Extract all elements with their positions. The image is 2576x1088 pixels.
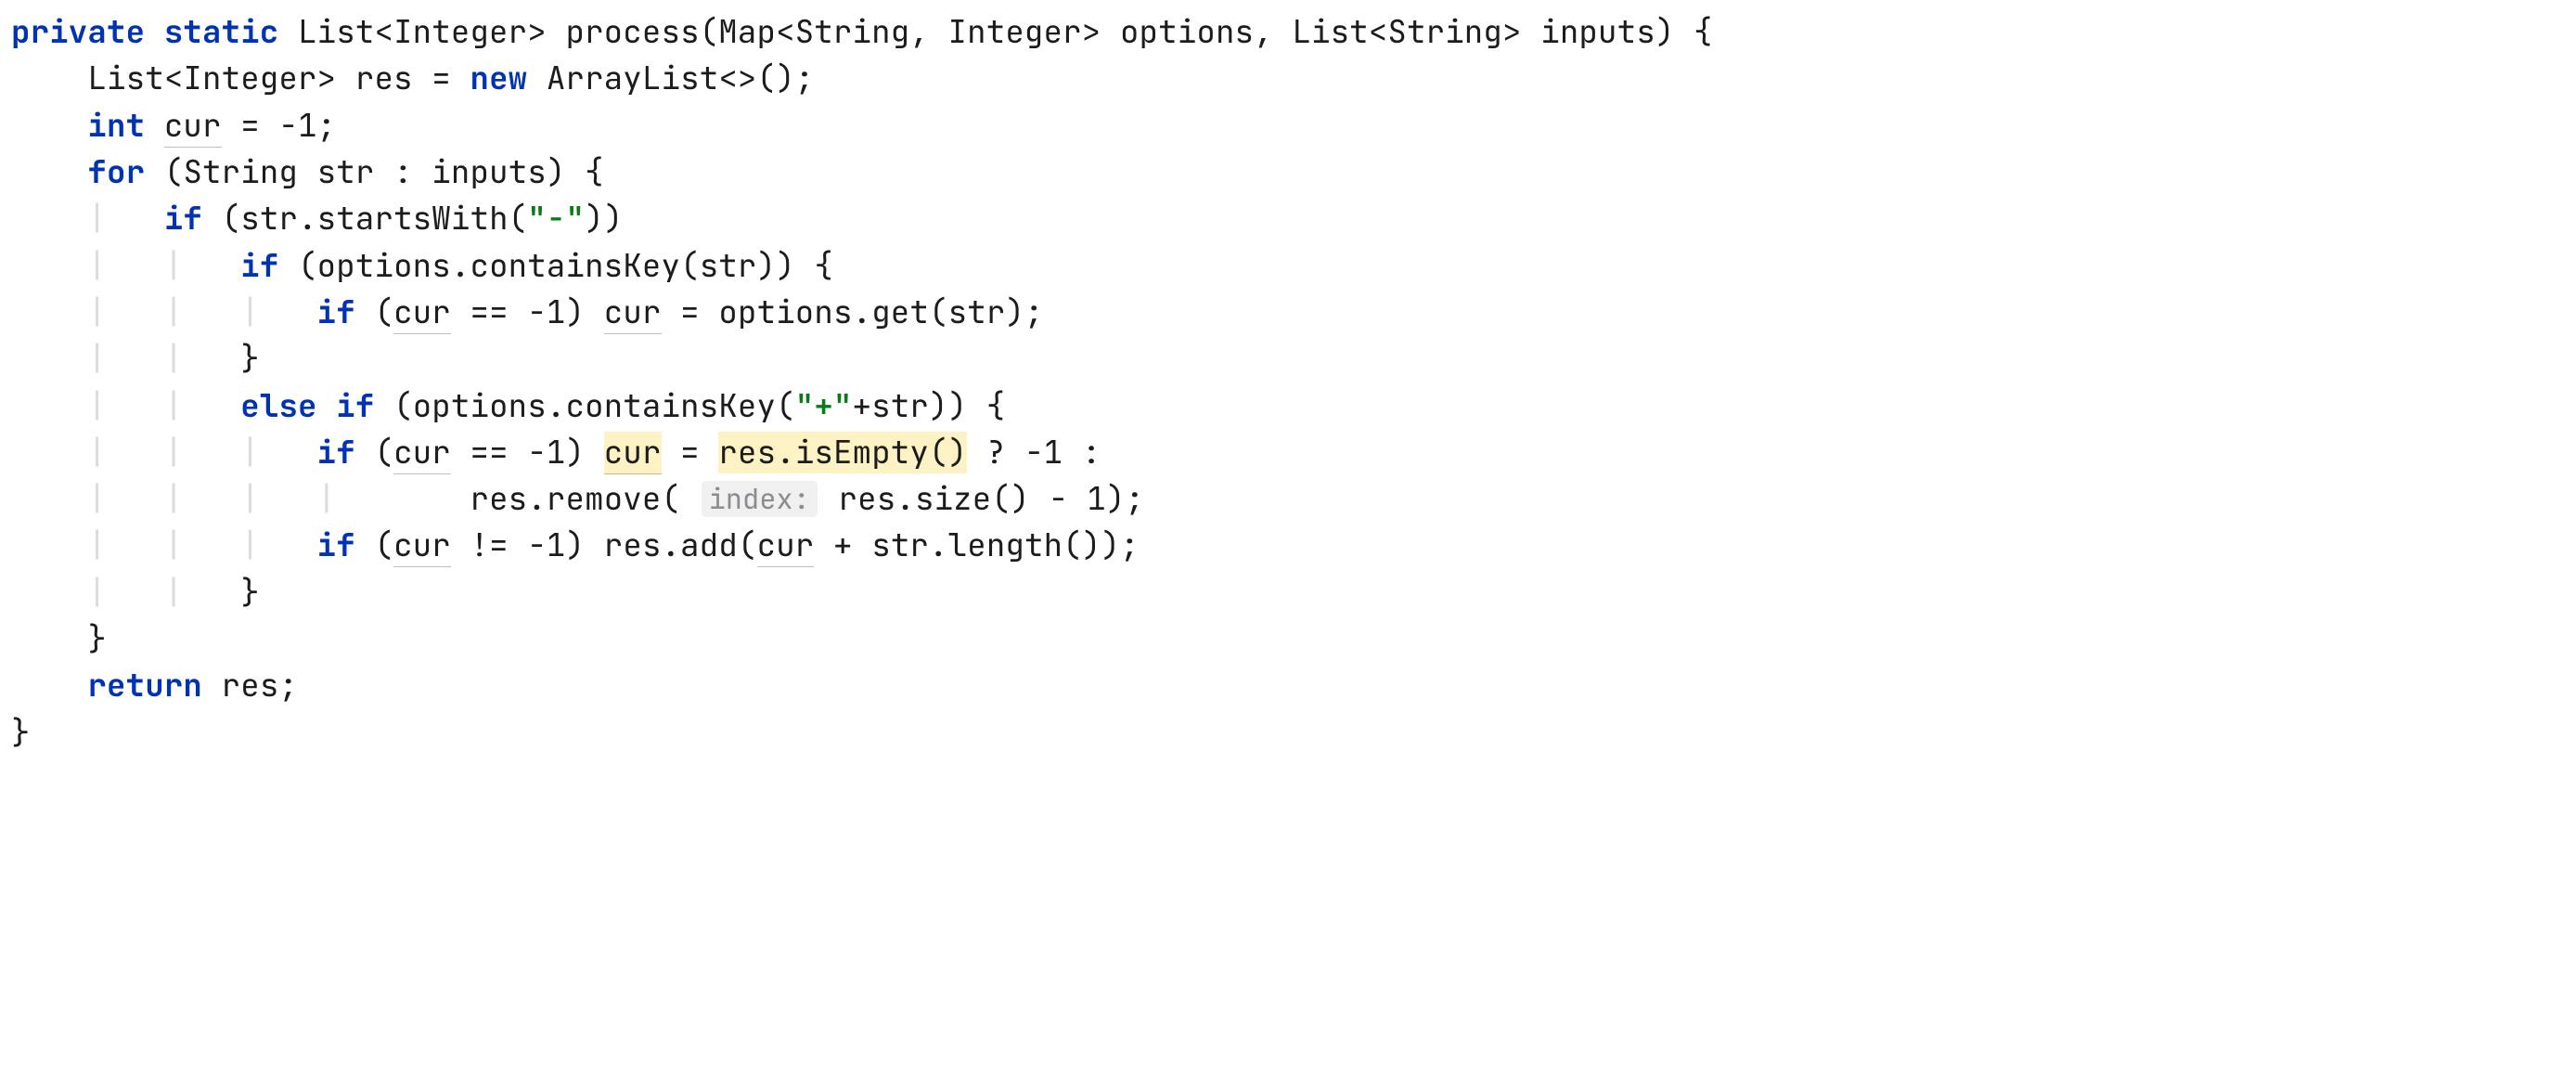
code-line: | | } [11, 572, 260, 614]
method-length: length [948, 525, 1063, 566]
type-list: List [298, 11, 374, 53]
var-str: str [317, 151, 375, 193]
method-get: get [871, 291, 929, 333]
method-size: size [915, 478, 991, 520]
method-containskey: containsKey [470, 245, 680, 287]
code-line: | | } [11, 338, 260, 380]
inlay-hint-index[interactable]: index: [702, 481, 818, 517]
keyword-return: return [87, 665, 202, 706]
keyword-else: else [240, 385, 316, 427]
highlighted-isempty: res.isEmpty() [718, 432, 967, 473]
code-line: int cur = -1; [11, 105, 336, 148]
code-line: | | else if (options.containsKey("+"+str… [11, 385, 1005, 427]
keyword-if: if [164, 198, 202, 240]
code-line: for (String str : inputs) { [11, 151, 604, 193]
code-line: | | | if (cur == -1) cur = res.isEmpty()… [11, 432, 1101, 474]
code-line: | | | if (cur == -1) cur = options.get(s… [11, 291, 1044, 334]
code-editor[interactable]: private static List<Integer> process(Map… [0, 0, 2576, 766]
method-name: process [565, 11, 699, 53]
code-line: List<Integer> res = new ArrayList<>(); [11, 58, 814, 99]
method-startswith: startsWith [317, 198, 509, 240]
var-res: res [355, 58, 413, 99]
keyword-static: static [164, 11, 279, 53]
code-line: return res; [11, 665, 298, 706]
code-line: | | | if (cur != -1) res.add(cur + str.l… [11, 525, 1140, 567]
keyword-for: for [87, 151, 145, 193]
method-remove: remove [547, 478, 662, 520]
keyword-new: new [470, 58, 527, 99]
code-line: | | if (options.containsKey(str)) { [11, 245, 833, 287]
method-add: add [680, 525, 738, 566]
code-line: private static List<Integer> process(Map… [11, 11, 1713, 53]
indent-guide: | [87, 198, 107, 240]
param-inputs: inputs [1540, 11, 1655, 53]
code-line: } [11, 712, 31, 754]
method-isempty: isEmpty [795, 432, 929, 473]
keyword-int: int [87, 105, 145, 147]
keyword-private: private [11, 11, 145, 53]
string-literal: "-" [527, 198, 585, 240]
highlighted-cur: cur [604, 432, 662, 473]
code-line: | | | | res.remove( index: res.size() - … [11, 478, 1144, 520]
var-cur: cur [164, 105, 222, 148]
code-line: | if (str.startsWith("-")) [11, 198, 623, 240]
param-options: options [1120, 11, 1254, 53]
code-line: } [11, 618, 107, 660]
